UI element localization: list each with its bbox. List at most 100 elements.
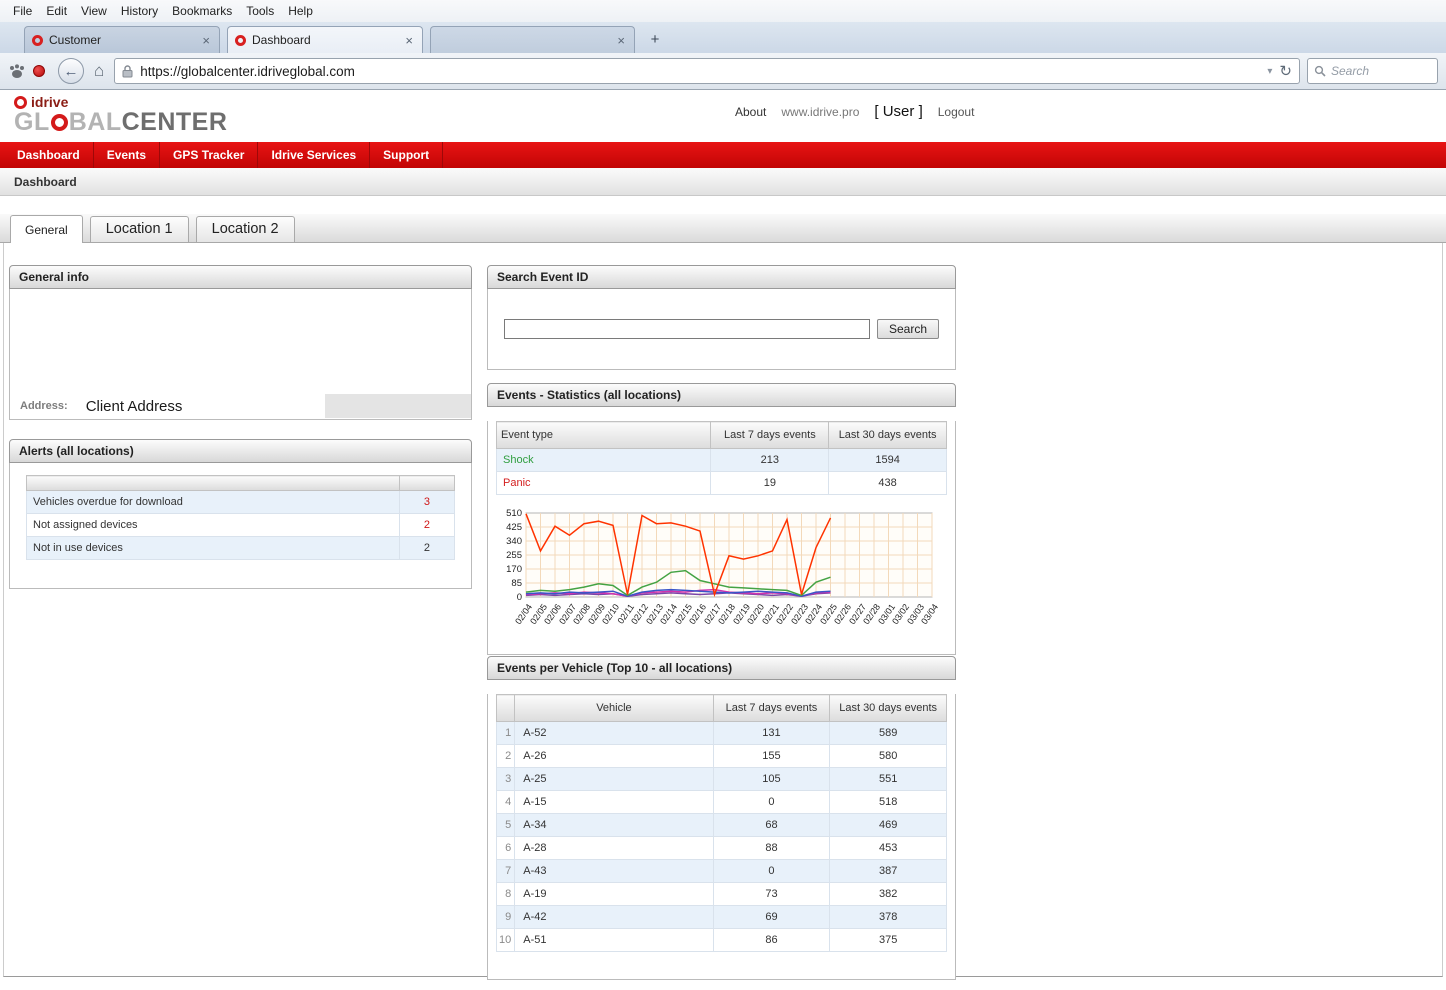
nav-item-gps-tracker[interactable]: GPS Tracker [160,142,258,168]
column-header: Last 7 days events [711,422,829,449]
browser-tab-blank[interactable]: × [430,26,635,53]
event-type-cell: Panic [497,472,711,495]
nav-item-idrive-services[interactable]: Idrive Services [258,142,370,168]
panel-title: Events per Vehicle (Top 10 - all locatio… [487,656,956,680]
spacer [0,196,1446,214]
tab-close-icon[interactable]: × [615,33,627,48]
user-label[interactable]: [ User ] [874,103,922,120]
nav-item-support[interactable]: Support [370,142,443,168]
lock-icon[interactable] [122,65,133,78]
last30-cell: 469 [830,814,947,837]
logout-link[interactable]: Logout [938,105,975,119]
address-value: Client Address [86,398,183,415]
browser-search-box[interactable] [1307,58,1438,84]
logo-text-center: CENTER [122,108,228,137]
home-icon[interactable]: ⌂ [91,61,107,81]
url-bar[interactable]: ▾ ↻ [114,58,1300,84]
column-header: Last 30 days events [830,695,947,722]
alert-value: 2 [399,537,454,560]
url-input[interactable] [140,64,1260,79]
rank-cell: 10 [497,929,515,952]
alerts-header-empty [27,476,400,491]
vehicle-cell: A-26 [515,745,713,768]
y-axis-tick-label: 0 [492,592,522,603]
menu-history[interactable]: History [114,2,165,20]
reload-icon[interactable]: ↻ [1279,62,1292,80]
website-link[interactable]: www.idrive.pro [781,105,859,119]
table-row: 7 A-43 0 387 [497,860,947,883]
last30-cell: 375 [830,929,947,952]
navigation-toolbar: ← ⌂ ▾ ↻ [0,53,1446,90]
rank-cell: 5 [497,814,515,837]
tab-location-1[interactable]: Location 1 [90,216,189,242]
last7-cell: 105 [713,768,830,791]
breadcrumb: Dashboard [0,168,1446,196]
paw-extension-icon[interactable] [8,63,26,79]
site-favicon-icon [32,35,43,46]
vehicle-cell: A-19 [515,883,713,906]
tab-bar: Customer × Dashboard × × + [0,22,1446,53]
rank-cell: 4 [497,791,515,814]
panel-title: General info [9,265,472,289]
main-nav: Dashboard Events GPS Tracker Idrive Serv… [0,142,1446,168]
alert-value: 3 [399,491,454,514]
table-row: 5 A-34 68 469 [497,814,947,837]
browser-search-input[interactable] [1331,64,1431,78]
logo-text-gl: GL [14,108,50,137]
address-row: Address: Client Address [10,393,471,419]
vehicle-cell: A-51 [515,929,713,952]
menu-view[interactable]: View [74,2,114,20]
tab-title: Dashboard [252,33,397,47]
alerts-header-empty [399,476,454,491]
url-dropdown-icon[interactable]: ▾ [1267,66,1272,77]
menu-tools[interactable]: Tools [239,2,281,20]
nav-item-dashboard[interactable]: Dashboard [4,142,94,168]
last30-cell: 438 [829,472,947,495]
table-header-row [27,476,455,491]
vehicle-cell: A-25 [515,768,713,791]
menu-file[interactable]: File [6,2,39,20]
nav-item-events[interactable]: Events [94,142,160,168]
last30-cell: 518 [830,791,947,814]
table-row: 1 A-52 131 589 [497,722,947,745]
dashboard-content: General info Address: Client Address Ale… [3,243,1443,977]
new-tab-button[interactable]: + [642,29,668,49]
alert-label: Not in use devices [27,537,400,560]
search-button[interactable]: Search [877,319,939,339]
logo-text-bal: BAL [69,108,122,137]
last7-cell: 0 [713,860,830,883]
events-line-chart: 08517025534042551002/0402/0502/0602/0702… [492,509,948,637]
last30-cell: 1594 [829,449,947,472]
about-link[interactable]: About [735,105,766,119]
menu-help[interactable]: Help [281,2,320,20]
last30-cell: 387 [830,860,947,883]
y-axis-tick-label: 170 [492,564,522,575]
last30-cell: 551 [830,768,947,791]
menu-bookmarks[interactable]: Bookmarks [165,2,239,20]
rank-cell: 1 [497,722,515,745]
rank-cell: 6 [497,837,515,860]
last7-cell: 213 [711,449,829,472]
menu-edit[interactable]: Edit [39,2,74,20]
last30-cell: 382 [830,883,947,906]
table-row: 6 A-28 88 453 [497,837,947,860]
tab-close-icon[interactable]: × [200,33,212,48]
tab-close-icon[interactable]: × [403,33,415,48]
last7-cell: 69 [713,906,830,929]
column-header: Event type [497,422,711,449]
browser-tab-customer[interactable]: Customer × [24,26,220,53]
tab-general[interactable]: General [10,215,83,243]
table-header-row: Vehicle Last 7 days events Last 30 days … [497,695,947,722]
event-id-input[interactable] [504,319,870,339]
browser-tab-dashboard[interactable]: Dashboard × [227,26,423,53]
table-row: 4 A-15 0 518 [497,791,947,814]
back-button[interactable]: ← [58,58,84,84]
last7-cell: 73 [713,883,830,906]
tab-location-2[interactable]: Location 2 [196,216,295,242]
tab-title: Customer [49,33,194,47]
last30-cell: 580 [830,745,947,768]
record-extension-icon[interactable] [33,65,45,77]
browser-chrome: File Edit View History Bookmarks Tools H… [0,0,1446,90]
table-row: 2 A-26 155 580 [497,745,947,768]
table-row: Vehicles overdue for download 3 [27,491,455,514]
